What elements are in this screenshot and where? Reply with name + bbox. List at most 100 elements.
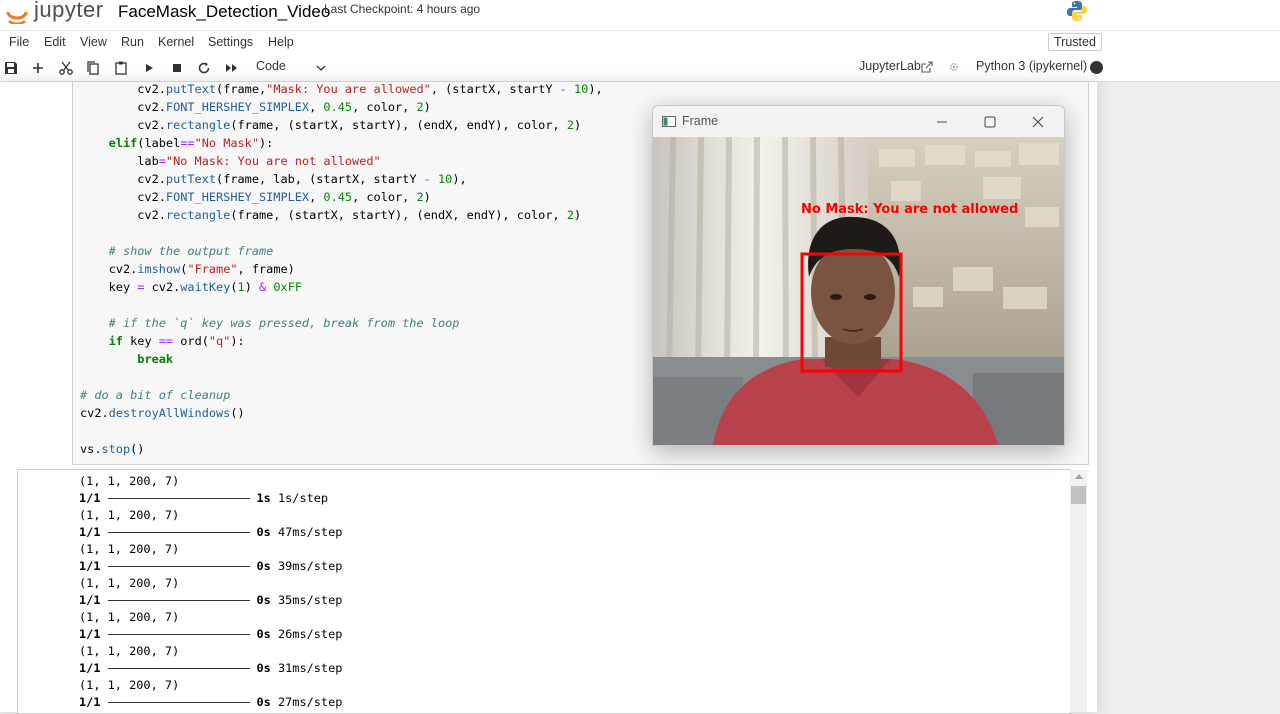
output-step: 1/1 (79, 559, 101, 573)
output-progress-line: 1/1 1s 1s/step (79, 490, 328, 507)
output-progress-line: 1/1 0s 39ms/step (79, 558, 342, 575)
jupyter-logo-icon[interactable] (6, 2, 28, 24)
output-time: 0s (256, 627, 271, 641)
output-scrollbar[interactable] (1070, 470, 1087, 712)
progress-bar (108, 532, 251, 533)
code-line: if key == ord("q"): (108, 334, 245, 348)
output-time: 1s (256, 491, 271, 505)
add-cell-icon[interactable] (30, 60, 46, 76)
progress-bar (108, 702, 251, 703)
code-line: lab="No Mask: You are not allowed" (80, 154, 381, 168)
progress-bar (108, 600, 251, 601)
output-step: 1/1 (79, 525, 101, 539)
code-line: cv2.rectangle(frame, (startX, startY), (… (80, 118, 582, 132)
output-time: 0s (256, 593, 271, 607)
menu-file[interactable]: File (9, 35, 29, 49)
scrollbar-thumb[interactable] (1071, 486, 1086, 504)
output-step: 1/1 (79, 661, 101, 675)
menu-settings[interactable]: Settings (208, 35, 253, 49)
output-step: 1/1 (79, 593, 101, 607)
progress-bar (108, 668, 251, 669)
code-line: cv2.rectangle(frame, (startX, startY), (… (80, 208, 582, 222)
close-icon[interactable] (1031, 115, 1045, 129)
menu-view[interactable]: View (80, 35, 107, 49)
notebook-title[interactable]: FaceMask_Detection_Video (118, 2, 330, 22)
detection-label: No Mask: You are not allowed (801, 202, 1019, 217)
code-line: key = cv2.waitKey(1) & 0xFF (80, 280, 303, 294)
menu-edit[interactable]: Edit (44, 35, 66, 49)
output-rate: 47ms/step (277, 525, 343, 539)
output-progress-line: 1/1 0s 35ms/step (79, 592, 342, 609)
window-app-icon (662, 116, 676, 127)
cell-type-select[interactable]: Code (256, 59, 286, 73)
code-line: cv2.putText(frame, lab, (startX, startY … (80, 172, 467, 186)
code-line: break (137, 352, 174, 366)
code-line: cv2.imshow("Frame", frame) (80, 262, 295, 276)
code-line: # if the `q` key was pressed, break from… (108, 316, 460, 330)
progress-bar (108, 498, 251, 499)
output-shape-line: (1, 1, 200, 7) (79, 508, 180, 522)
trusted-indicator[interactable]: Trusted (1048, 33, 1102, 51)
gear-icon (950, 63, 958, 71)
code-line: elif(label=="No Mask"): (108, 136, 274, 150)
output-time: 0s (256, 695, 271, 709)
frame-titlebar[interactable]: Frame (653, 106, 1064, 138)
jupyterlab-link[interactable]: JupyterLab (859, 59, 921, 73)
restart-icon[interactable] (196, 60, 212, 76)
paste-icon[interactable] (113, 60, 129, 76)
maximize-icon[interactable] (983, 115, 997, 129)
webcam-frame-image (653, 137, 1064, 445)
code-line: cv2.destroyAllWindows() (80, 406, 245, 420)
output-step: 1/1 (79, 491, 101, 505)
output-rate: 27ms/step (277, 695, 343, 709)
progress-bar (108, 634, 251, 635)
stop-icon[interactable] (169, 60, 185, 76)
frame-title: Frame (682, 114, 719, 128)
jupyter-logo-text[interactable]: jupyter (34, 0, 104, 23)
output-shape-line: (1, 1, 200, 7) (79, 576, 180, 590)
output-rate: 26ms/step (277, 627, 343, 641)
code-line: cv2.putText(frame,"Mask: You are allowed… (80, 82, 603, 96)
output-rate: 1s/step (277, 491, 329, 505)
output-progress-line: 1/1 0s 26ms/step (79, 626, 342, 643)
checkpoint-status: Last Checkpoint: 4 hours ago (324, 2, 481, 16)
output-rate: 39ms/step (277, 559, 343, 573)
code-line: vs.stop() (80, 442, 145, 456)
output-progress-line: 1/1 0s 47ms/step (79, 524, 342, 541)
minimize-icon[interactable] (935, 115, 949, 129)
scroll-up-icon[interactable] (1075, 474, 1083, 479)
fast-forward-icon[interactable] (224, 60, 240, 76)
external-link-icon[interactable] (921, 61, 933, 73)
run-icon[interactable] (141, 60, 157, 76)
menu-kernel[interactable]: Kernel (158, 35, 194, 49)
output-time: 0s (256, 525, 271, 539)
python-logo-icon (1067, 1, 1087, 21)
menubar: File Edit View Run Kernel Settings Help … (0, 30, 1280, 56)
output-shape-line: (1, 1, 200, 7) (79, 474, 180, 488)
kernel-busy-indicator (1090, 61, 1103, 74)
output-shape-line: (1, 1, 200, 7) (79, 610, 180, 624)
chevron-down-icon[interactable] (316, 64, 326, 72)
output-step: 1/1 (79, 695, 101, 709)
output-progress-line: 1/1 0s 27ms/step (79, 694, 342, 711)
output-rate: 35ms/step (277, 593, 343, 607)
output-progress-line: 1/1 0s 31ms/step (79, 660, 342, 677)
output-shape-line: (1, 1, 200, 7) (79, 678, 180, 692)
frame-window[interactable]: Frame No Mask: You are not allowed (652, 105, 1065, 446)
output-shape-line: (1, 1, 200, 7) (79, 542, 180, 556)
notebook-header: jupyter FaceMask_Detection_Video Last Ch… (0, 0, 1280, 30)
output-time: 0s (256, 559, 271, 573)
code-line: cv2.FONT_HERSHEY_SIMPLEX, 0.45, color, 2… (80, 190, 431, 204)
cut-icon[interactable] (58, 60, 74, 76)
kernel-name[interactable]: Python 3 (ipykernel) (976, 59, 1087, 73)
cell-output[interactable]: (1, 1, 200, 7) 1/1 1s 1s/step (1, 1, 200, 7… (17, 469, 1071, 714)
copy-icon[interactable] (85, 60, 101, 76)
output-step: 1/1 (79, 627, 101, 641)
progress-bar (108, 566, 251, 567)
menu-help[interactable]: Help (268, 35, 294, 49)
code-line: cv2.FONT_HERSHEY_SIMPLEX, 0.45, color, 2… (80, 100, 431, 114)
menu-run[interactable]: Run (121, 35, 144, 49)
code-line: # show the output frame (108, 244, 274, 258)
code-line: # do a bit of cleanup (80, 388, 231, 402)
save-icon[interactable] (3, 60, 19, 76)
